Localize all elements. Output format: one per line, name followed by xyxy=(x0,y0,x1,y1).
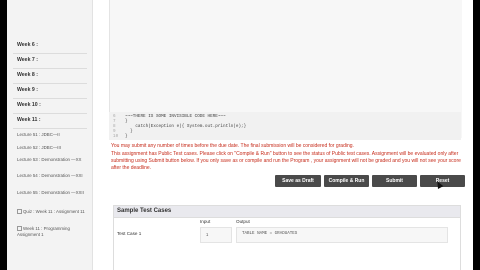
course-sidebar: Week 6 : Week 7 : Week 8 : Week 9 : Week… xyxy=(7,0,93,270)
test-case-output-value: TABLE NAME = GRADUATES xyxy=(242,232,298,236)
compile-run-button[interactable]: Compile & Run xyxy=(324,175,369,187)
code-text: ~~~THERE IS SOME INVISIBLE CODE HERE~~~ xyxy=(125,114,226,119)
submit-button[interactable]: Submit xyxy=(372,175,417,187)
sidebar-item-week-6[interactable]: Week 6 : xyxy=(17,42,38,48)
sidebar-item-lecture-53[interactable]: Lecture 53 : Demonstration —XX xyxy=(17,157,87,163)
test-case-label: Test Case 1 xyxy=(117,231,142,236)
divider xyxy=(13,98,87,99)
sidebar-item-lecture-54[interactable]: Lecture 54 : Demonstration —XXI xyxy=(17,173,87,179)
save-draft-button[interactable]: Save as Draft xyxy=(275,175,321,187)
submission-notice: You may submit any number of times befor… xyxy=(111,143,354,149)
test-case-input-value: 1 xyxy=(206,232,209,237)
sidebar-item-week-8[interactable]: Week 8 : xyxy=(17,72,38,78)
sidebar-item-label: Quiz : Week 11 : Assignment 11 xyxy=(23,209,85,214)
code-line: 10} xyxy=(113,134,128,139)
sidebar-item-lecture-51[interactable]: Lecture 51 : JDBC—II xyxy=(17,132,87,138)
sidebar-item-quiz-week-11[interactable]: Quiz : Week 11 : Assignment 11 xyxy=(17,209,87,215)
sidebar-item-week-9[interactable]: Week 9 : xyxy=(17,87,38,93)
sidebar-item-programming-assignment-1[interactable]: Week 11 : Programming Assignment 1 xyxy=(17,226,87,237)
sidebar-item-week-10[interactable]: Week 10 : xyxy=(17,102,41,108)
divider xyxy=(13,68,87,69)
divider xyxy=(13,113,87,114)
code-text: } xyxy=(125,134,128,139)
line-number: 10 xyxy=(113,134,119,139)
main-content: 6 ~~~THERE IS SOME INVISIBLE CODE HERE~~~… xyxy=(93,0,473,270)
code-editor-visible-lines[interactable]: 6 ~~~THERE IS SOME INVISIBLE CODE HERE~~~… xyxy=(109,112,461,140)
panel-header: Sample Test Cases xyxy=(114,206,460,218)
panel-title: Sample Test Cases xyxy=(117,208,172,214)
column-header-output: Output xyxy=(236,219,250,224)
sidebar-item-lecture-52[interactable]: Lecture 52 : JDBC—III xyxy=(17,145,87,151)
app-window: Week 6 : Week 7 : Week 8 : Week 9 : Week… xyxy=(7,0,473,270)
checkbox-icon xyxy=(17,209,22,215)
public-testcase-notice: This assignment has Public Test cases. P… xyxy=(111,151,461,171)
divider xyxy=(13,53,87,54)
code-text: catch(Exception e){ System.out.println(e… xyxy=(125,124,247,129)
column-header-input: Input xyxy=(200,219,211,224)
divider xyxy=(13,128,87,129)
sample-test-cases-panel: Sample Test Cases Input Output Test Case… xyxy=(113,205,461,270)
sidebar-item-label: Week 11 : Programming Assignment 1 xyxy=(17,226,70,237)
sidebar-item-lecture-55[interactable]: Lecture 55 : Demonstration —XXII xyxy=(17,190,87,196)
code-line: 6 ~~~THERE IS SOME INVISIBLE CODE HERE~~~ xyxy=(113,114,226,119)
test-case-input-cell xyxy=(200,227,232,243)
sidebar-item-week-7[interactable]: Week 7 : xyxy=(17,57,38,63)
sidebar-item-week-11[interactable]: Week 11 : xyxy=(17,117,41,123)
divider xyxy=(13,83,87,84)
